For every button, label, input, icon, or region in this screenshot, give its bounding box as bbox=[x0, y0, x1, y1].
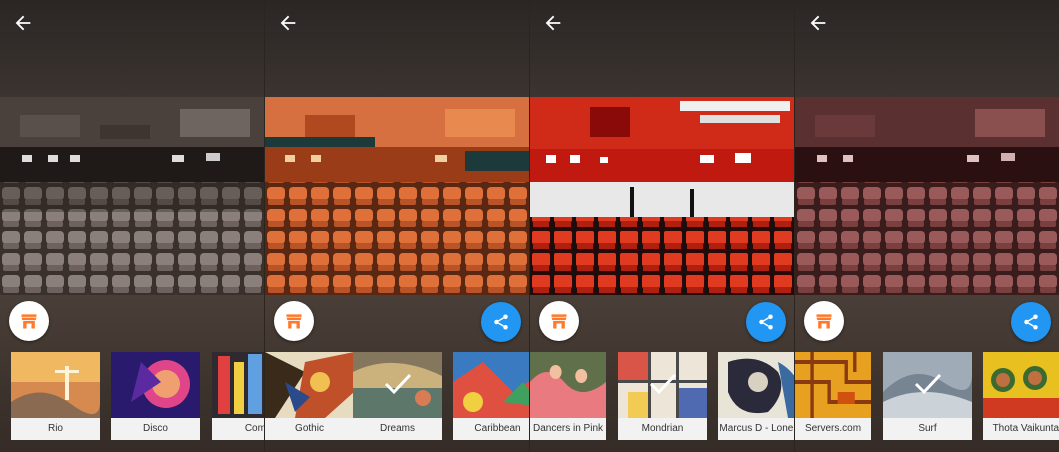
style-card[interactable]: Rio bbox=[11, 352, 100, 440]
style-label: Disco bbox=[111, 418, 200, 440]
style-label: Comi bbox=[212, 418, 264, 440]
screen-original: Rio Disco Comi bbox=[0, 0, 264, 452]
selected-check-icon bbox=[384, 373, 412, 395]
screen-mondrian: Dancers in Pink Mondrian Marcus D - Lone bbox=[530, 0, 794, 452]
style-card[interactable]: Marcus D - Lone W bbox=[718, 352, 794, 440]
top-bar bbox=[0, 0, 264, 97]
style-label: Rio bbox=[11, 418, 100, 440]
store-button[interactable] bbox=[9, 301, 49, 341]
style-label: Caribbean bbox=[453, 418, 529, 440]
style-label: Servers.com bbox=[795, 418, 871, 440]
screen-surf: Servers.com Surf Thota Vaikuntar bbox=[795, 0, 1059, 452]
top-bar bbox=[530, 0, 794, 97]
share-icon bbox=[1024, 314, 1038, 330]
share-button[interactable] bbox=[481, 302, 521, 342]
style-card[interactable]: Comi bbox=[212, 352, 264, 440]
share-button[interactable] bbox=[1011, 302, 1051, 342]
top-bar bbox=[795, 0, 1059, 97]
style-card[interactable]: Disco bbox=[111, 352, 200, 440]
style-label: Mondrian bbox=[618, 418, 707, 440]
store-icon bbox=[286, 314, 302, 329]
theater-photo-dreams bbox=[265, 97, 529, 295]
style-label: Dancers in Pink bbox=[530, 418, 606, 440]
style-card[interactable]: Surf bbox=[883, 352, 972, 440]
style-label: Marcus D - Lone W bbox=[718, 418, 794, 440]
back-arrow-icon[interactable] bbox=[542, 12, 564, 34]
theater-photo-surf bbox=[795, 97, 1059, 295]
selected-check-icon bbox=[649, 373, 677, 395]
style-thumbnail-rio bbox=[11, 352, 100, 418]
style-label: Gothic bbox=[265, 418, 354, 440]
top-bar bbox=[265, 0, 529, 97]
share-button[interactable] bbox=[746, 302, 786, 342]
theater-photo-mondrian bbox=[530, 97, 794, 295]
style-card[interactable]: Dancers in Pink bbox=[530, 352, 606, 440]
style-thumbnail-servers-com bbox=[795, 352, 871, 418]
style-thumbnail-thota-vaikuntam bbox=[983, 352, 1059, 418]
style-card[interactable]: Dreams bbox=[353, 352, 442, 440]
store-button[interactable] bbox=[804, 301, 844, 341]
selected-check-icon bbox=[914, 373, 942, 395]
style-card[interactable]: Thota Vaikuntar bbox=[983, 352, 1059, 440]
share-icon bbox=[759, 314, 773, 330]
theater-photo bbox=[0, 97, 264, 295]
store-icon bbox=[551, 314, 567, 329]
style-thumbnail-disco bbox=[111, 352, 200, 418]
style-thumbnail-caribbean bbox=[453, 352, 529, 418]
style-thumbnail-marcus-d-lone-wolf bbox=[718, 352, 794, 418]
style-card[interactable]: Servers.com bbox=[795, 352, 871, 440]
back-arrow-icon[interactable] bbox=[12, 12, 34, 34]
share-icon bbox=[494, 314, 508, 330]
back-arrow-icon[interactable] bbox=[807, 12, 829, 34]
style-label: Surf bbox=[883, 418, 972, 440]
style-thumbnail-gothic bbox=[265, 352, 354, 418]
style-thumbnail-dancers-in-pink bbox=[530, 352, 606, 418]
style-thumbnail-comic bbox=[212, 352, 264, 418]
style-label: Dreams bbox=[353, 418, 442, 440]
store-icon bbox=[816, 314, 832, 329]
style-label: Thota Vaikuntar bbox=[983, 418, 1059, 440]
screen-dreams: Gothic Dreams Caribbean bbox=[265, 0, 529, 452]
style-card[interactable]: Gothic bbox=[265, 352, 354, 440]
store-button[interactable] bbox=[274, 301, 314, 341]
style-card[interactable]: Caribbean bbox=[453, 352, 529, 440]
store-icon bbox=[21, 314, 37, 329]
style-card[interactable]: Mondrian bbox=[618, 352, 707, 440]
back-arrow-icon[interactable] bbox=[277, 12, 299, 34]
store-button[interactable] bbox=[539, 301, 579, 341]
